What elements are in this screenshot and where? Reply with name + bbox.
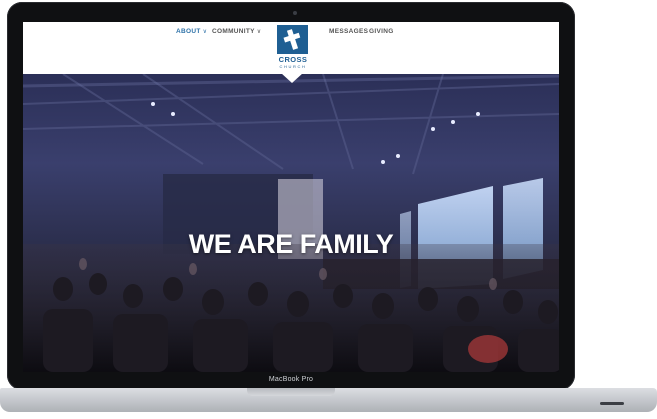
nav-messages[interactable]: MESSAGES bbox=[329, 28, 368, 35]
nav-about[interactable]: ABOUT ∨ bbox=[176, 28, 207, 35]
hero-banner: WE ARE FAMILY bbox=[23, 74, 559, 372]
chevron-down-icon: ∨ bbox=[202, 29, 208, 35]
browser-screen: ABOUT ∨ COMMUNITY ∨ CROSS CHURCH MESSAGES … bbox=[23, 22, 559, 372]
nav-about-label: ABOUT bbox=[176, 28, 201, 35]
site-navbar: ABOUT ∨ COMMUNITY ∨ CROSS CHURCH MESSAGES … bbox=[23, 22, 559, 74]
nav-giving-label: GIVING bbox=[369, 28, 394, 35]
nav-community[interactable]: COMMUNITY ∨ bbox=[212, 28, 261, 35]
nav-messages-label: MESSAGES bbox=[329, 28, 369, 35]
laptop-foot bbox=[600, 402, 624, 405]
hero-photo bbox=[23, 74, 559, 372]
laptop-hinge-notch bbox=[247, 388, 335, 396]
chevron-down-icon: ∨ bbox=[256, 29, 262, 35]
nav-notch bbox=[281, 73, 303, 83]
cross-icon bbox=[283, 29, 301, 50]
camera-icon bbox=[293, 11, 297, 15]
logo-subtitle: CHURCH bbox=[279, 64, 307, 69]
logo-name: CROSS bbox=[278, 55, 308, 64]
nav-giving[interactable]: GIVING bbox=[369, 28, 394, 35]
device-label: MacBook Pro bbox=[268, 376, 314, 383]
hero-title: WE ARE FAMILY bbox=[188, 229, 394, 259]
logo-link[interactable] bbox=[277, 25, 308, 54]
nav-community-label: COMMUNITY bbox=[212, 28, 255, 35]
